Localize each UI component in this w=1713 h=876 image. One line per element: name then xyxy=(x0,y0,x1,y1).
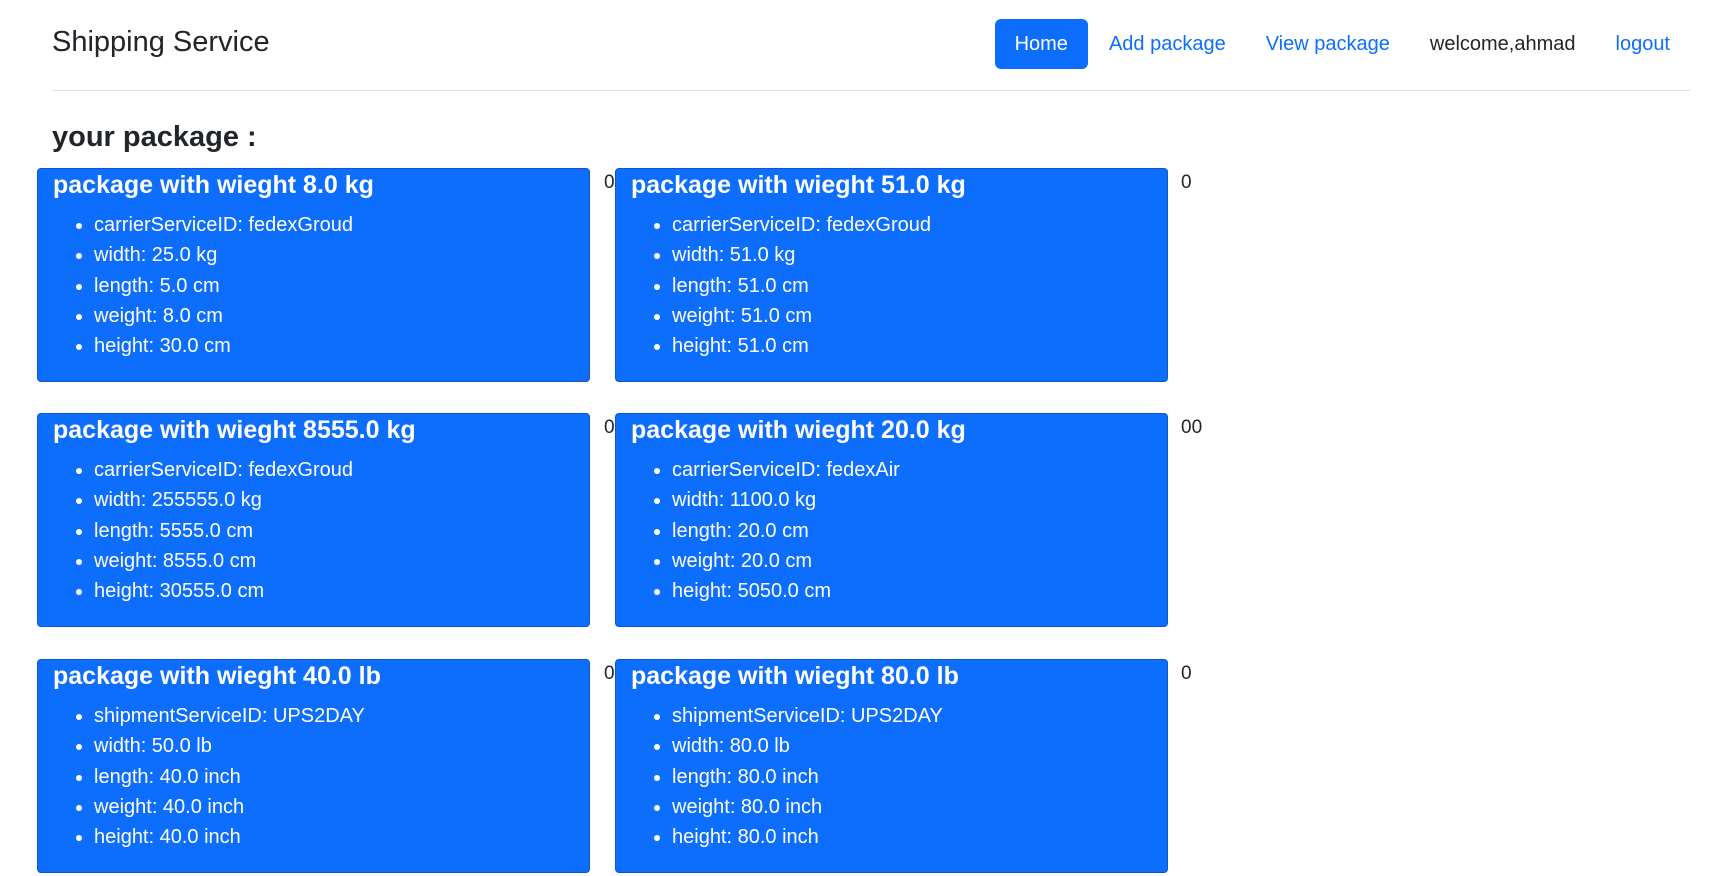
package-detail-item: weight: 8555.0 cm xyxy=(94,546,589,576)
package-row: package with wieght 8555.0 kg carrierSer… xyxy=(37,413,1237,629)
nav-logout-link[interactable]: logout xyxy=(1596,19,1691,69)
package-detail-item: weight: 40.0 inch xyxy=(94,792,589,822)
package-detail-item: weight: 20.0 cm xyxy=(672,546,1167,576)
package-details-list: carrierServiceID: fedexGroud width: 25.0… xyxy=(38,210,589,361)
section-title: your package : xyxy=(52,121,257,153)
package-count: 0 xyxy=(604,417,615,438)
package-detail-item: carrierServiceID: fedexGroud xyxy=(94,210,589,240)
package-card: package with wieght 8.0 kg carrierServic… xyxy=(37,168,590,382)
package-detail-item: height: 30555.0 cm xyxy=(94,576,589,606)
package-card: package with wieght 80.0 lb shipmentServ… xyxy=(615,659,1168,873)
brand-title[interactable]: Shipping Service xyxy=(52,26,270,59)
package-detail-item: width: 50.0 lb xyxy=(94,731,589,761)
package-card: package with wieght 40.0 lb shipmentServ… xyxy=(37,659,590,873)
package-detail-item: length: 5555.0 cm xyxy=(94,516,589,546)
welcome-text: welcome,ahmad xyxy=(1429,33,1576,55)
package-count: 0 xyxy=(1181,663,1192,684)
package-details-list: carrierServiceID: fedexGroud width: 2555… xyxy=(38,455,589,606)
package-card-title: package with wieght 40.0 lb xyxy=(53,662,381,690)
package-detail-item: width: 25.0 kg xyxy=(94,240,589,270)
package-detail-item: weight: 8.0 cm xyxy=(94,301,589,331)
package-detail-item: height: 40.0 inch xyxy=(94,822,589,852)
package-card: package with wieght 8555.0 kg carrierSer… xyxy=(37,413,590,627)
navbar: Shipping Service Home Add package View p… xyxy=(52,0,1690,91)
package-detail-item: length: 20.0 cm xyxy=(672,516,1167,546)
package-count: 0 xyxy=(604,663,615,684)
package-detail-item: weight: 51.0 cm xyxy=(672,301,1167,331)
package-detail-item: length: 5.0 cm xyxy=(94,271,589,301)
package-count: 0 xyxy=(604,172,615,193)
package-details-list: carrierServiceID: fedexGroud width: 51.0… xyxy=(616,210,1167,361)
package-detail-item: weight: 80.0 inch xyxy=(672,792,1167,822)
package-detail-item: carrierServiceID: fedexGroud xyxy=(94,455,589,485)
package-row: package with wieght 8.0 kg carrierServic… xyxy=(37,168,1237,384)
package-detail-item: height: 51.0 cm xyxy=(672,331,1167,361)
package-detail-item: shipmentServiceID: UPS2DAY xyxy=(672,701,1167,731)
package-detail-item: carrierServiceID: fedexAir xyxy=(672,455,1167,485)
package-detail-item: width: 1100.0 kg xyxy=(672,485,1167,515)
nav-home-button[interactable]: Home xyxy=(994,19,1088,69)
package-detail-item: height: 30.0 cm xyxy=(94,331,589,361)
package-card-title: package with wieght 51.0 kg xyxy=(631,171,966,199)
package-row: package with wieght 40.0 lb shipmentServ… xyxy=(37,659,1237,875)
package-count: 00 xyxy=(1181,417,1203,438)
package-card: package with wieght 51.0 kg carrierServi… xyxy=(615,168,1168,382)
package-detail-item: width: 80.0 lb xyxy=(672,731,1167,761)
package-details-list: carrierServiceID: fedexAir width: 1100.0… xyxy=(616,455,1167,606)
nav-add-package-link[interactable]: Add package xyxy=(1089,19,1246,69)
package-detail-item: length: 40.0 inch xyxy=(94,762,589,792)
package-details-list: shipmentServiceID: UPS2DAY width: 50.0 l… xyxy=(38,701,589,852)
package-card-title: package with wieght 20.0 kg xyxy=(631,416,966,444)
package-detail-item: length: 51.0 cm xyxy=(672,271,1167,301)
nav-menu: Home Add package View package welcome,ah… xyxy=(994,19,1691,69)
package-detail-item: carrierServiceID: fedexGroud xyxy=(672,210,1167,240)
package-card-title: package with wieght 8.0 kg xyxy=(53,171,374,199)
page: Shipping Service Home Add package View p… xyxy=(0,0,1713,876)
package-detail-item: height: 5050.0 cm xyxy=(672,576,1167,606)
package-count: 0 xyxy=(1181,172,1192,193)
nav-view-package-link[interactable]: View package xyxy=(1246,19,1410,69)
package-details-list: shipmentServiceID: UPS2DAY width: 80.0 l… xyxy=(616,701,1167,852)
package-card: package with wieght 20.0 kg carrierServi… xyxy=(615,413,1168,627)
package-card-title: package with wieght 8555.0 kg xyxy=(53,416,416,444)
package-detail-item: height: 80.0 inch xyxy=(672,822,1167,852)
package-detail-item: width: 51.0 kg xyxy=(672,240,1167,270)
package-detail-item: length: 80.0 inch xyxy=(672,762,1167,792)
package-detail-item: width: 255555.0 kg xyxy=(94,485,589,515)
package-detail-item: shipmentServiceID: UPS2DAY xyxy=(94,701,589,731)
package-card-title: package with wieght 80.0 lb xyxy=(631,662,959,690)
